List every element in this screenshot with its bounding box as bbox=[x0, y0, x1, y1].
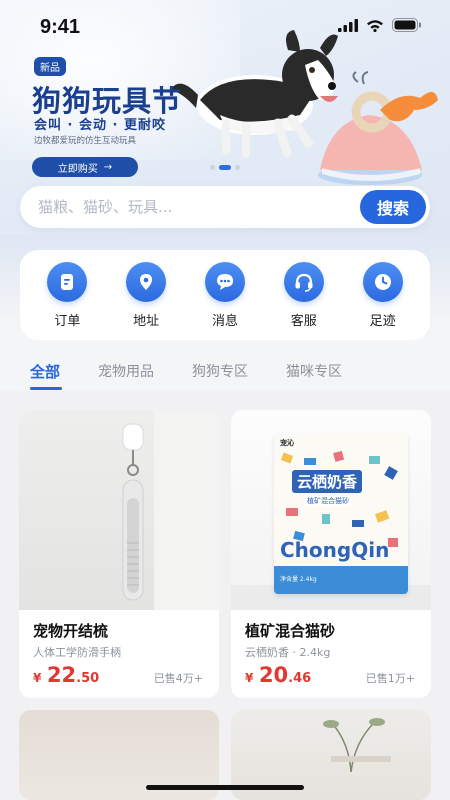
quick-entry-messages[interactable]: 消息 bbox=[195, 261, 255, 329]
quick-entry-support[interactable]: 客服 bbox=[274, 261, 334, 329]
product-card[interactable]: 宠沁 云栖奶香 植矿混合猫砂 ChongQin 净含量 2.4kg 植矿混合猫砂… bbox=[231, 410, 431, 698]
price-currency: ¥ bbox=[33, 671, 42, 685]
clock-icon bbox=[362, 261, 403, 302]
product-price: ¥ 22.50 bbox=[33, 663, 99, 687]
tab-pet-supplies[interactable]: 宠物用品 bbox=[98, 361, 154, 381]
quick-entry-label: 客服 bbox=[290, 313, 317, 329]
quick-entry-address[interactable]: 地址 bbox=[116, 261, 176, 329]
litter-package: 宠沁 云栖奶香 植矿混合猫砂 ChongQin 净含量 2.4kg bbox=[274, 434, 408, 594]
package-brand-en: ChongQin bbox=[280, 538, 390, 562]
search-bar[interactable]: 搜索 bbox=[20, 186, 430, 228]
package-pattern bbox=[274, 450, 408, 594]
arrow-right-icon: → bbox=[103, 161, 113, 173]
chat-bubble-icon bbox=[204, 261, 245, 302]
carousel-dot[interactable] bbox=[210, 165, 215, 170]
wifi-icon bbox=[367, 19, 383, 32]
quick-entry-label: 地址 bbox=[133, 313, 160, 329]
package-tag: 植矿混合猫砂 bbox=[304, 496, 352, 506]
buy-now-label: 立即购买 bbox=[57, 163, 98, 175]
product-image bbox=[19, 410, 219, 610]
headset-icon bbox=[283, 261, 324, 302]
product-card[interactable]: 宠物开结梳 人体工学防滑手柄 ¥ 22.50 已售4万+ bbox=[19, 410, 219, 698]
package-brand-small: 宠沁 bbox=[280, 439, 294, 447]
product-name: 宠物开结梳 bbox=[33, 622, 109, 640]
active-tab-indicator bbox=[30, 387, 62, 390]
quick-entry-label: 消息 bbox=[211, 313, 238, 329]
product-meta: 人体工学防滑手柄 bbox=[33, 646, 121, 659]
tab-cat-zone[interactable]: 猫咪专区 bbox=[286, 361, 342, 381]
order-icon bbox=[47, 261, 88, 302]
product-image: 宠沁 云栖奶香 植矿混合猫砂 ChongQin 净含量 2.4kg bbox=[231, 410, 431, 610]
product-meta: 云栖奶香 · 2.4kg bbox=[245, 646, 331, 659]
toy-illustration bbox=[318, 71, 438, 185]
buy-now-button[interactable]: 立即购买 → bbox=[32, 157, 138, 177]
quick-entry-history[interactable]: 足迹 bbox=[353, 261, 413, 329]
battery-icon bbox=[392, 18, 421, 32]
status-bar: 9:41 bbox=[0, 0, 450, 54]
product-name: 植矿混合猫砂 bbox=[245, 622, 336, 640]
quick-entry-panel: 订单 地址 消息 客服 足迹 bbox=[20, 250, 430, 340]
quick-entry-orders[interactable]: 订单 bbox=[37, 261, 97, 329]
search-button[interactable]: 搜索 bbox=[360, 190, 426, 224]
category-tabs: 全部 宠物用品 狗狗专区 猫咪专区 bbox=[0, 355, 450, 391]
package-weight: 净含量 2.4kg bbox=[280, 576, 317, 583]
plant-illustration bbox=[323, 718, 391, 772]
banner-description: 边牧都爱玩的仿生互动玩具 bbox=[34, 136, 137, 146]
carousel-indicator[interactable] bbox=[210, 165, 240, 170]
home-indicator[interactable] bbox=[146, 785, 304, 790]
carousel-dot[interactable] bbox=[235, 165, 240, 170]
tab-all[interactable]: 全部 bbox=[30, 361, 60, 382]
price-decimal: .50 bbox=[76, 671, 100, 686]
sold-count: 已售1万+ bbox=[365, 672, 415, 685]
carousel-dot-active[interactable] bbox=[219, 165, 231, 170]
search-input[interactable] bbox=[38, 196, 358, 218]
product-price: ¥ 20.46 bbox=[245, 663, 311, 687]
comb-illustration bbox=[122, 423, 144, 601]
price-integer: 22 bbox=[46, 663, 77, 687]
quick-entry-label: 订单 bbox=[54, 313, 81, 329]
banner-subtitle: 会叫 · 会动 · 更耐咬 bbox=[34, 118, 166, 133]
location-pin-icon bbox=[126, 261, 167, 302]
quick-entry-label: 足迹 bbox=[369, 313, 396, 329]
status-icons bbox=[338, 18, 422, 32]
signal-icon bbox=[338, 18, 358, 32]
sold-count: 已售4万+ bbox=[153, 672, 203, 685]
package-title: 云栖奶香 bbox=[292, 470, 363, 493]
price-currency: ¥ bbox=[245, 671, 254, 685]
price-decimal: .46 bbox=[288, 671, 312, 686]
tab-dog-zone[interactable]: 狗狗专区 bbox=[192, 361, 248, 381]
new-badge: 新品 bbox=[34, 57, 66, 76]
status-time: 9:41 bbox=[40, 16, 81, 38]
price-integer: 20 bbox=[258, 663, 289, 687]
